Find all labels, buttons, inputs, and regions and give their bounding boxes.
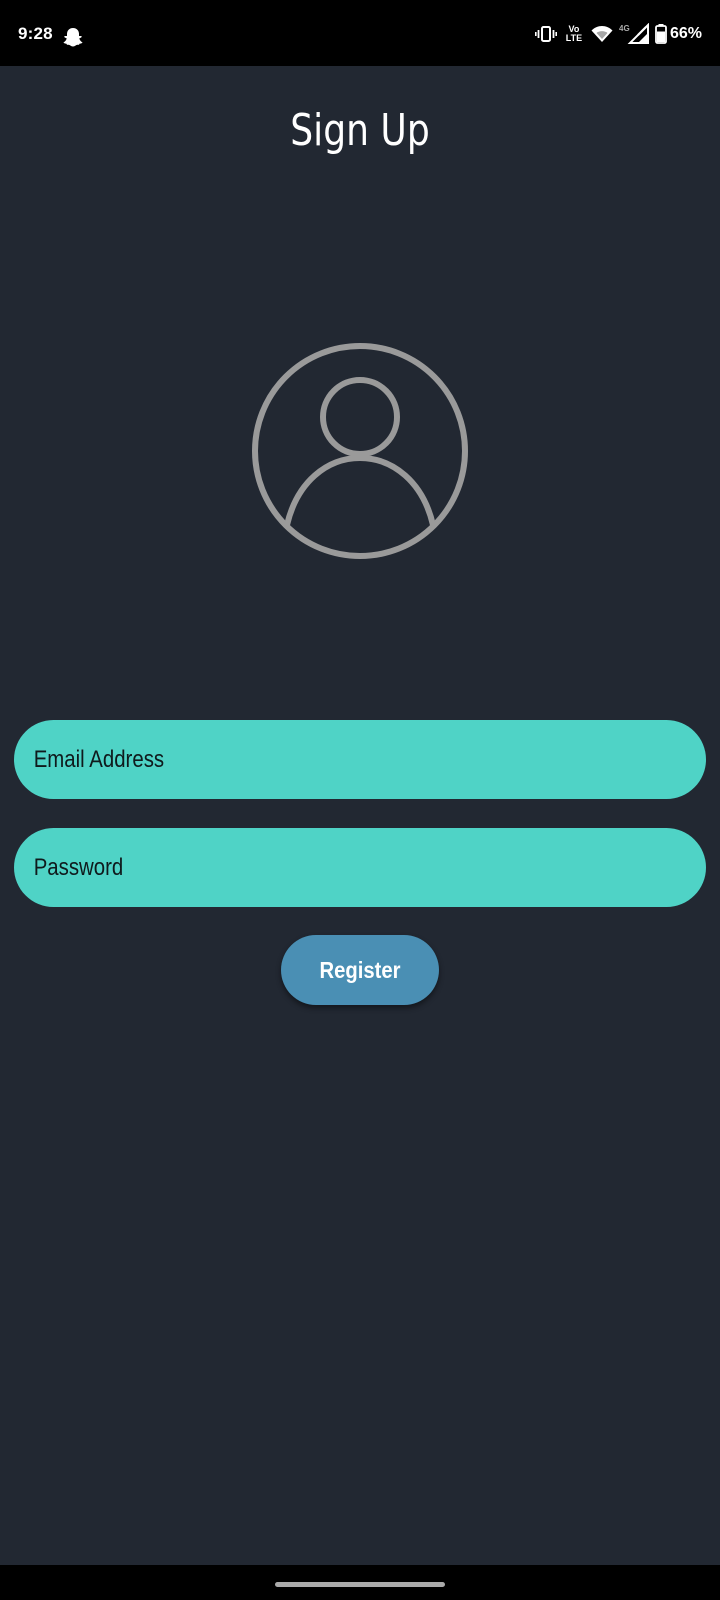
vibrate-icon: [534, 26, 557, 42]
register-button-label: Register: [319, 956, 401, 983]
email-input[interactable]: [32, 744, 605, 775]
volte-bottom-label: LTE: [565, 33, 583, 43]
password-field[interactable]: [14, 828, 706, 907]
network-type-label: 4G: [619, 24, 630, 33]
avatar-icon[interactable]: [251, 342, 469, 560]
navigation-bar: [0, 1565, 720, 1600]
email-field[interactable]: [14, 720, 706, 799]
home-gesture-handle[interactable]: [275, 1582, 445, 1587]
status-time: 9:28: [18, 24, 53, 43]
page-title: Sign Up: [290, 105, 430, 156]
wifi-icon: [591, 26, 613, 42]
snapchat-icon: [63, 28, 83, 47]
battery-icon: [655, 24, 667, 44]
volte-icon: Vo LTE: [563, 25, 585, 43]
password-input[interactable]: [32, 852, 605, 883]
status-bar: 9:28 Vo LTE 4G 66%: [0, 0, 720, 66]
register-button[interactable]: Register: [281, 935, 439, 1005]
battery-percent: 66%: [669, 25, 702, 42]
signal-icon: 4G: [619, 23, 649, 44]
status-icons: Vo LTE 4G 66%: [529, 22, 702, 46]
